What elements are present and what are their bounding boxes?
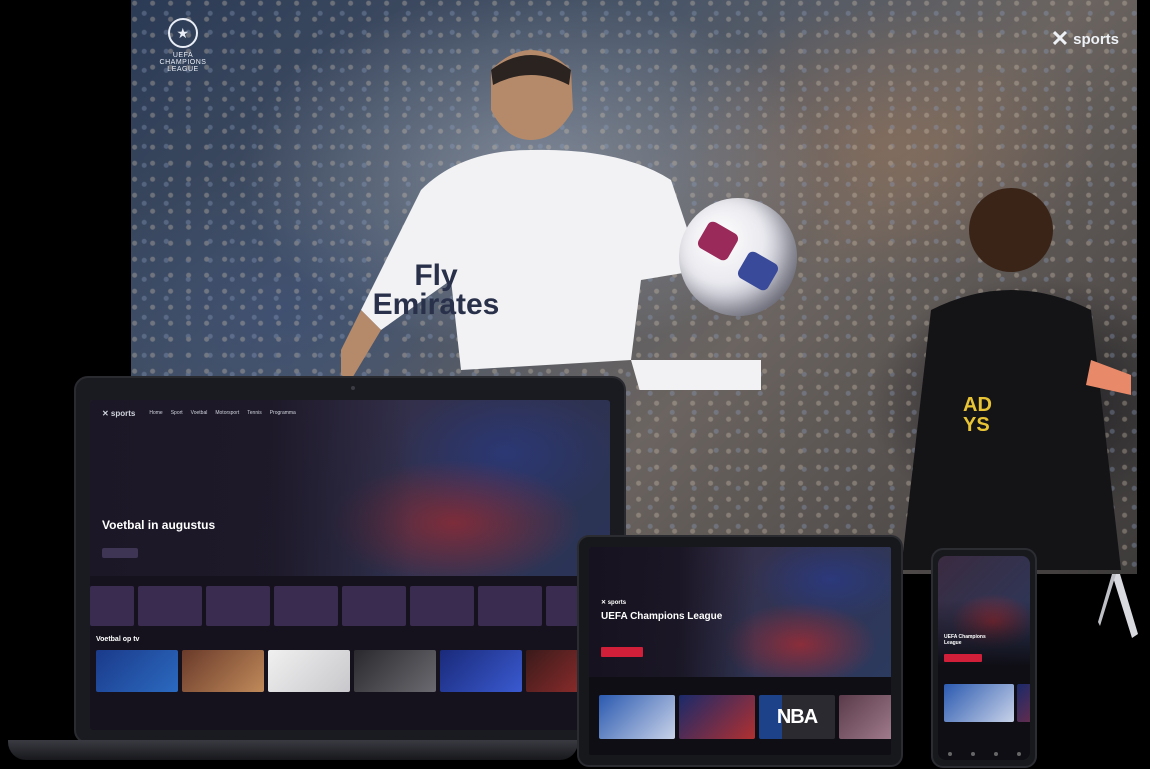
starball-icon: ★ [168,18,198,48]
nav-item[interactable]: Sport [171,410,183,416]
phone-hero-button[interactable] [944,654,982,662]
nav-item[interactable]: Motorsport [215,410,239,416]
phone-bottom-nav [938,748,1030,760]
video-thumbnail[interactable]: NBA [759,695,835,739]
laptop-brand[interactable]: ✕ sports [102,409,135,418]
phone-hero-title: UEFA Champions League [944,634,986,646]
laptop-hero-title: Voetbal in augustus [102,518,216,532]
category-tile[interactable] [342,586,406,626]
logo-line-3: LEAGUE [167,66,199,73]
logo-line-2: CHAMPIONS [159,59,207,66]
category-tile[interactable] [274,586,338,626]
laptop-thumbnail-row [96,650,610,692]
video-thumbnail[interactable] [268,650,350,692]
football [679,198,797,316]
phone: UEFA Champions League [931,548,1037,768]
jersey-sponsor: Fly Emirates [366,259,506,321]
phone-screen: UEFA Champions League [938,556,1030,760]
video-thumbnail[interactable] [679,695,755,739]
player-dark-kit [901,188,1131,570]
nba-logo: NBA [776,705,818,728]
phone-hero-image [938,556,1030,666]
champions-league-logo: ★ UEFA CHAMPIONS LEAGUE [143,18,223,73]
video-thumbnail[interactable] [354,650,436,692]
laptop-base [8,740,578,760]
x-mark-icon: ✕ [1050,26,1070,51]
player-white-kit [341,50,761,390]
tv-stand [1098,574,1138,638]
laptop: ✕ sports Home Sport Voetbal Motorsport T… [74,376,626,744]
logo-line-1: UEFA [172,52,194,59]
video-thumbnail[interactable] [96,650,178,692]
sponsor-line-1: Fly [414,259,458,292]
sponsor2-line-1: AD [963,394,992,416]
sponsor2-line-2: YS [963,414,990,436]
tablet-brand: ✕ sports [601,600,627,606]
search-tab-icon[interactable] [993,752,998,756]
category-tile[interactable] [206,586,270,626]
tablet-hero-button[interactable] [601,647,643,657]
brand-name: sports [1073,30,1119,48]
nav-item[interactable]: Tennis [247,410,261,416]
video-thumbnail[interactable] [599,695,675,739]
laptop-row-title: Voetbal op tv [96,636,140,643]
xsports-logo: ✕ sports [1051,28,1119,50]
video-thumbnail[interactable] [839,695,891,739]
jersey-sponsor-2: AD YS [963,395,992,435]
category-tile[interactable] [478,586,542,626]
sponsor-line-2: Emirates [372,287,500,321]
laptop-camera [351,386,355,390]
laptop-navbar: ✕ sports Home Sport Voetbal Motorsport T… [90,400,610,426]
video-thumbnail[interactable] [1017,684,1030,722]
nav-item[interactable]: Home [149,410,162,416]
laptop-screen: ✕ sports Home Sport Voetbal Motorsport T… [90,400,610,730]
video-thumbnail[interactable] [182,650,264,692]
category-tile[interactable] [410,586,474,626]
tablet-thumbnail-row: NBA [599,695,891,739]
laptop-hero-image [90,400,610,576]
phone-thumbnail-row [944,684,1030,722]
nav-item[interactable]: Programma [270,410,296,416]
live-tab-icon[interactable] [970,752,975,756]
laptop-hero-button[interactable] [102,548,138,558]
home-tab-icon[interactable] [947,752,952,756]
video-thumbnail[interactable] [440,650,522,692]
tablet: ✕ sports UEFA Champions League NBA [577,535,903,767]
category-tile[interactable] [138,586,202,626]
category-tile[interactable] [90,586,134,626]
tablet-screen: ✕ sports UEFA Champions League NBA [589,547,891,755]
profile-tab-icon[interactable] [1016,752,1021,756]
laptop-category-row [90,586,610,626]
nav-item[interactable]: Voetbal [191,410,208,416]
video-thumbnail[interactable] [944,684,1014,722]
tablet-hero-title: UEFA Champions League [601,611,723,622]
stage: Fly Emirates AD YS ★ UEFA CHAMPIONS LEAG… [0,0,1150,769]
